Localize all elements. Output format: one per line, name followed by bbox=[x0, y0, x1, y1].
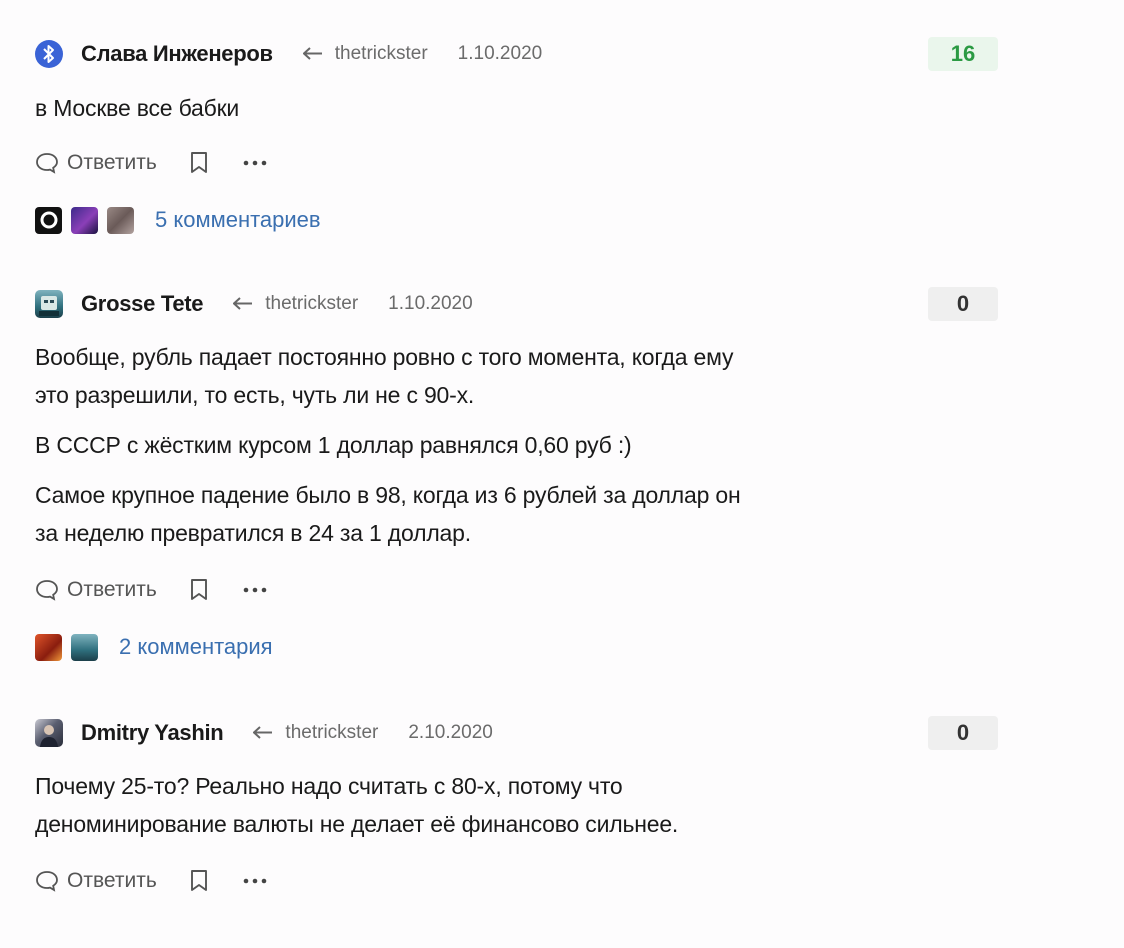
comment: Слава Инженеров thetrickster 1.10.2020 1… bbox=[35, 37, 998, 235]
comment-body: в Москве все бабки bbox=[35, 89, 998, 127]
text-line: деноминирование валюты не делает её фина… bbox=[35, 811, 679, 837]
avatar-image bbox=[39, 296, 59, 316]
speech-bubble-icon bbox=[36, 871, 58, 892]
reply-arrow-icon bbox=[233, 297, 253, 310]
reply-label: Ответить bbox=[67, 151, 157, 174]
comment-body: Почему 25-то? Реально надо считать с 80-… bbox=[35, 767, 998, 843]
replies-count-link[interactable]: 2 комментария bbox=[119, 634, 273, 660]
comment-text: Почему 25-то? Реально надо считать с 80-… bbox=[35, 767, 998, 843]
bookmark-button[interactable] bbox=[189, 869, 209, 893]
bluetooth-icon bbox=[43, 45, 54, 63]
reply-button[interactable]: Ответить bbox=[35, 151, 157, 175]
replier-avatar bbox=[71, 206, 98, 234]
bookmark-button[interactable] bbox=[189, 578, 209, 602]
reply-to[interactable]: thetrickster bbox=[233, 293, 358, 315]
comment-date[interactable]: 1.10.2020 bbox=[458, 43, 543, 65]
replies-thread[interactable]: 2 комментария bbox=[35, 632, 998, 662]
replier-avatar bbox=[35, 206, 62, 234]
replies-thread[interactable]: 5 комментариев bbox=[35, 205, 998, 235]
bookmark-icon bbox=[190, 870, 207, 891]
more-button[interactable] bbox=[243, 160, 267, 166]
reply-to[interactable]: thetrickster bbox=[302, 43, 428, 65]
comment-header: Слава Инженеров thetrickster 1.10.2020 1… bbox=[35, 37, 998, 71]
reply-to-username: thetrickster bbox=[334, 43, 428, 64]
comment-text: в Москве все бабки bbox=[35, 95, 240, 121]
speech-bubble-icon bbox=[36, 153, 58, 174]
comment-date[interactable]: 1.10.2020 bbox=[388, 293, 473, 315]
comment: Dmitry Yashin thetrickster 2.10.2020 0 П… bbox=[35, 716, 998, 896]
comment-header: Grosse Tete thetrickster 1.10.2020 0 bbox=[35, 287, 998, 321]
comment-actions: Ответить bbox=[35, 148, 998, 178]
comment-text: Вообще, рубль падает постоянно ровно с т… bbox=[35, 338, 998, 414]
reply-arrow-icon bbox=[302, 47, 322, 60]
bookmark-icon bbox=[190, 152, 207, 173]
comment-date[interactable]: 2.10.2020 bbox=[408, 722, 493, 744]
comment-body: Вообще, рубль падает постоянно ровно с т… bbox=[35, 338, 998, 552]
bookmark-button[interactable] bbox=[189, 151, 209, 175]
avatar[interactable] bbox=[35, 40, 63, 68]
reply-to-username: thetrickster bbox=[265, 293, 359, 314]
reply-button[interactable]: Ответить bbox=[35, 578, 157, 602]
replies-count-link[interactable]: 5 комментариев bbox=[155, 207, 321, 233]
text-line: Самое крупное падение было в 98, когда и… bbox=[35, 482, 741, 508]
reply-arrow-icon bbox=[253, 726, 273, 739]
reply-to-username: thetrickster bbox=[285, 722, 379, 743]
text-line: это разрешили, то есть, чуть ли не с 90-… bbox=[35, 382, 475, 408]
avatar[interactable] bbox=[35, 719, 63, 747]
bookmark-icon bbox=[190, 579, 207, 600]
speech-bubble-icon bbox=[36, 580, 58, 601]
comment-actions: Ответить bbox=[35, 575, 998, 605]
replier-avatar bbox=[107, 206, 134, 234]
replier-avatar bbox=[71, 633, 98, 661]
text-line: за неделю превратился в 24 за 1 доллар. bbox=[35, 520, 471, 546]
text-line: Вообще, рубль падает постоянно ровно с т… bbox=[35, 344, 734, 370]
author-name[interactable]: Слава Инженеров bbox=[81, 41, 273, 67]
reply-to[interactable]: thetrickster bbox=[253, 722, 378, 744]
more-dots-icon bbox=[243, 878, 267, 884]
more-dots-icon bbox=[243, 587, 267, 593]
more-button[interactable] bbox=[243, 587, 267, 593]
reply-button[interactable]: Ответить bbox=[35, 869, 157, 893]
reply-label: Ответить bbox=[67, 578, 157, 601]
comment-text: В СССР с жёстким курсом 1 доллар равнялс… bbox=[35, 432, 632, 458]
rating-badge[interactable]: 16 bbox=[928, 37, 998, 71]
author-name[interactable]: Dmitry Yashin bbox=[81, 720, 224, 746]
more-button[interactable] bbox=[243, 878, 267, 884]
comment-actions: Ответить bbox=[35, 866, 998, 896]
ring-avatar-icon bbox=[40, 211, 57, 229]
comment-header: Dmitry Yashin thetrickster 2.10.2020 0 bbox=[35, 716, 998, 750]
rating-badge[interactable]: 0 bbox=[928, 716, 998, 750]
replier-avatar bbox=[35, 633, 62, 661]
more-dots-icon bbox=[243, 160, 267, 166]
comment: Grosse Tete thetrickster 1.10.2020 0 Воо… bbox=[35, 287, 998, 662]
reply-label: Ответить bbox=[67, 869, 157, 892]
rating-badge[interactable]: 0 bbox=[928, 287, 998, 321]
comment-text: Самое крупное падение было в 98, когда и… bbox=[35, 476, 998, 552]
author-name[interactable]: Grosse Tete bbox=[81, 291, 204, 317]
avatar-image bbox=[40, 725, 58, 747]
avatar[interactable] bbox=[35, 290, 63, 318]
text-line: Почему 25-то? Реально надо считать с 80-… bbox=[35, 773, 623, 799]
